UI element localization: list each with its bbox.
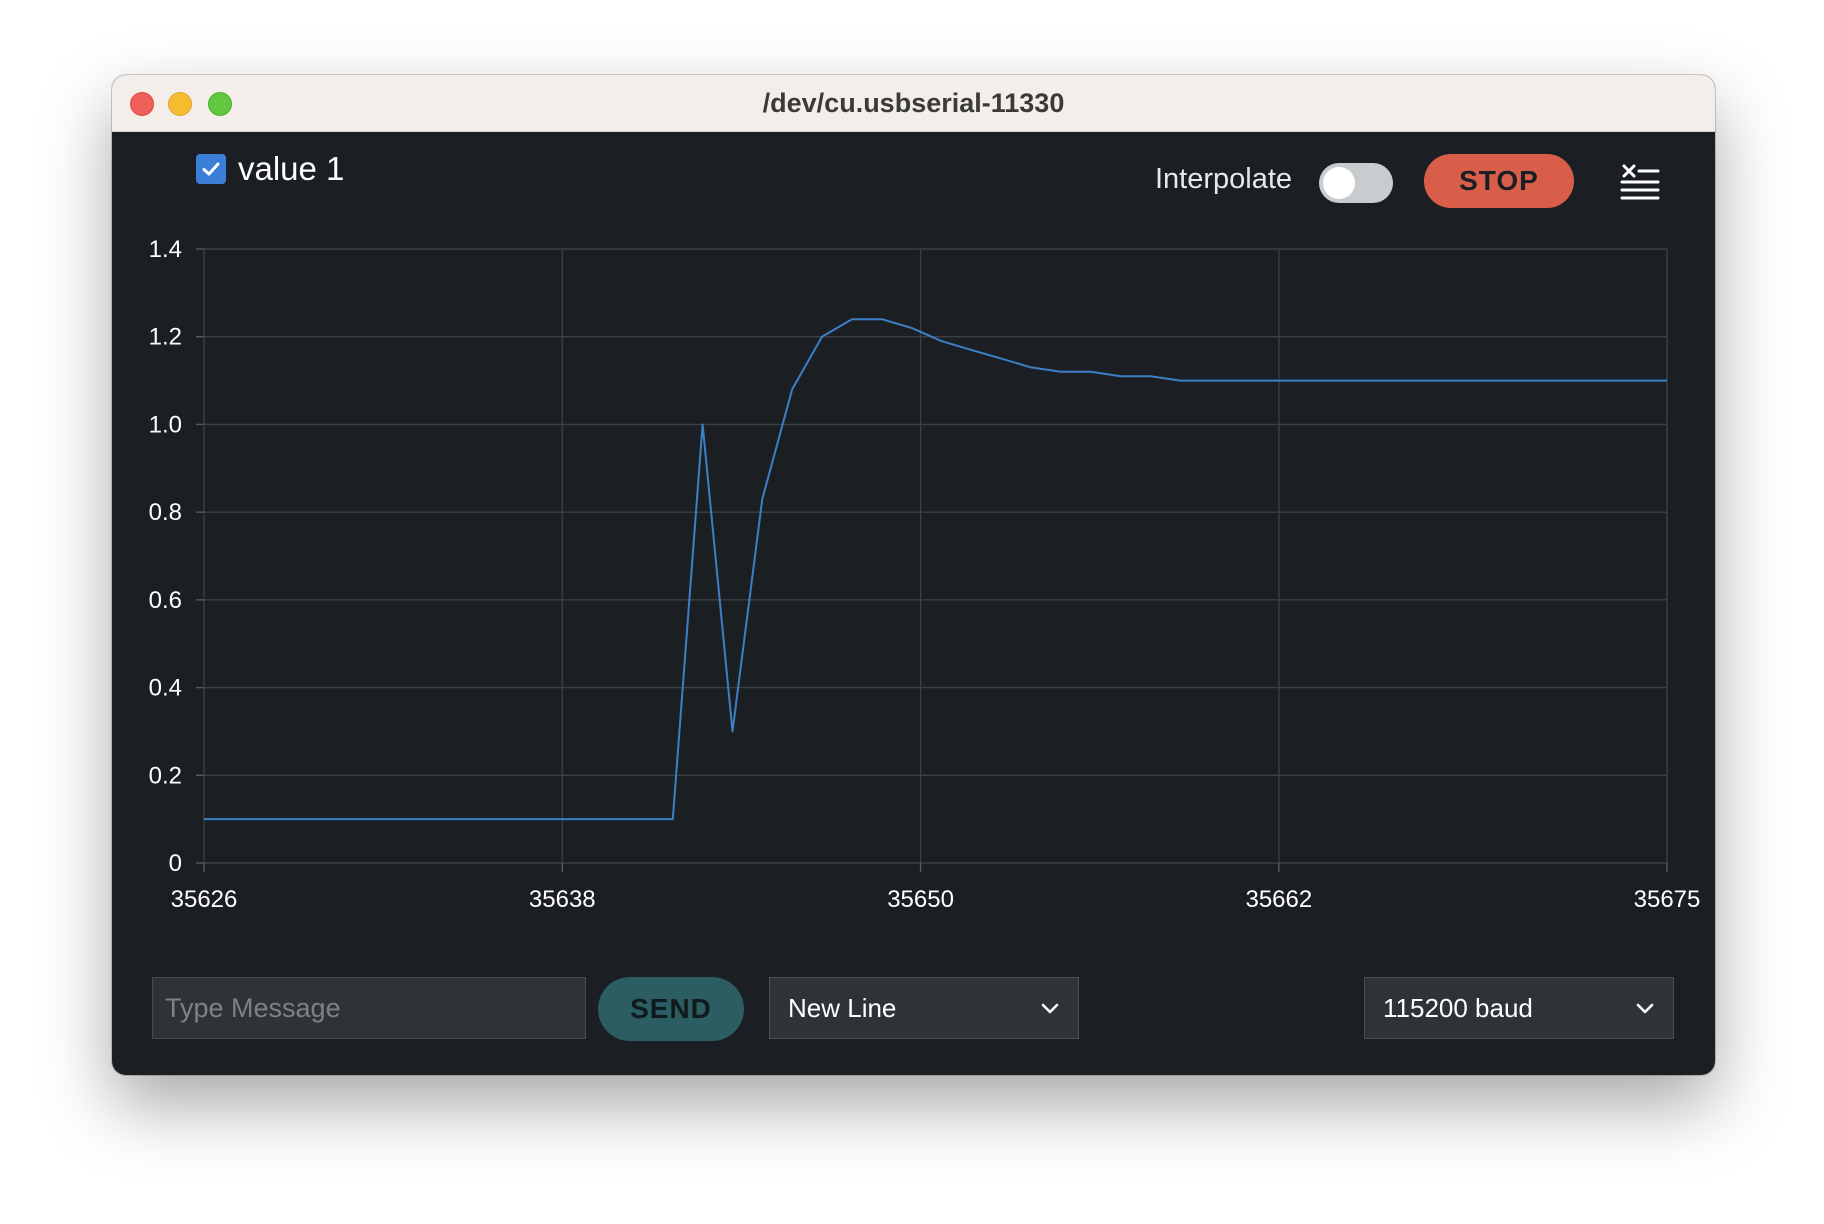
series-checkbox[interactable] [196, 154, 226, 184]
y-tick-label: 0.6 [149, 587, 182, 614]
window-title: /dev/cu.usbserial-11330 [762, 88, 1065, 118]
y-tick-label: 0.2 [149, 762, 182, 789]
checkmark-icon [202, 162, 220, 176]
interpolate-toggle[interactable] [1319, 163, 1393, 203]
interpolate-control: Interpolate [1155, 163, 1292, 196]
y-tick-label: 0 [169, 850, 182, 877]
series-toggle-value-1[interactable]: value 1 [196, 150, 344, 188]
clear-list-icon[interactable] [1620, 163, 1660, 201]
line-ending-select[interactable]: New Line [769, 977, 1079, 1039]
baud-rate-select[interactable]: 115200 baud [1364, 977, 1674, 1039]
chevron-down-icon [1041, 1003, 1059, 1014]
x-tick-label: 35662 [1245, 886, 1312, 913]
y-axis-ticks: 0 0.2 0.4 0.6 0.8 1.0 1.2 1.4 [149, 236, 204, 877]
message-input[interactable] [152, 977, 586, 1039]
toggle-knob [1323, 167, 1355, 199]
title-bar: /dev/cu.usbserial-11330 [112, 75, 1715, 132]
interpolate-label: Interpolate [1155, 163, 1293, 195]
y-tick-label: 0.8 [149, 499, 182, 526]
chart-series [204, 318, 1667, 821]
baud-rate-value: 115200 baud [1383, 992, 1533, 1023]
stop-button[interactable]: STOP [1424, 154, 1574, 208]
y-tick-label: 1.2 [149, 324, 182, 351]
x-tick-label: 35626 [171, 886, 238, 913]
line-chart: 00.20.40.60.81.01.21.4 35626 35638 35650 35… [149, 236, 1701, 913]
x-tick-label: 35675 [1634, 886, 1701, 913]
y-tick-label: 1.0 [149, 411, 182, 438]
y-tick-label: 0.4 [149, 675, 182, 702]
x-tick-label: 35650 [887, 886, 954, 913]
series-line-value-1 [204, 318, 1667, 821]
send-button[interactable]: SEND [598, 977, 744, 1041]
series-label: value 1 [238, 150, 345, 187]
line-ending-value: New Line [788, 992, 897, 1023]
x-axis-ticks: 35626 35638 35650 35662 35675 [171, 863, 1701, 913]
serial-plotter-window: /dev/cu.usbserial-11330 0 0.2 0.4 0.6 0.8 1.0… [112, 75, 1715, 1075]
chart-grid [203, 248, 1668, 864]
x-tick-label: 35638 [529, 886, 596, 913]
y-tick-label: 1.4 [149, 236, 182, 263]
chevron-down-icon [1636, 1003, 1654, 1014]
